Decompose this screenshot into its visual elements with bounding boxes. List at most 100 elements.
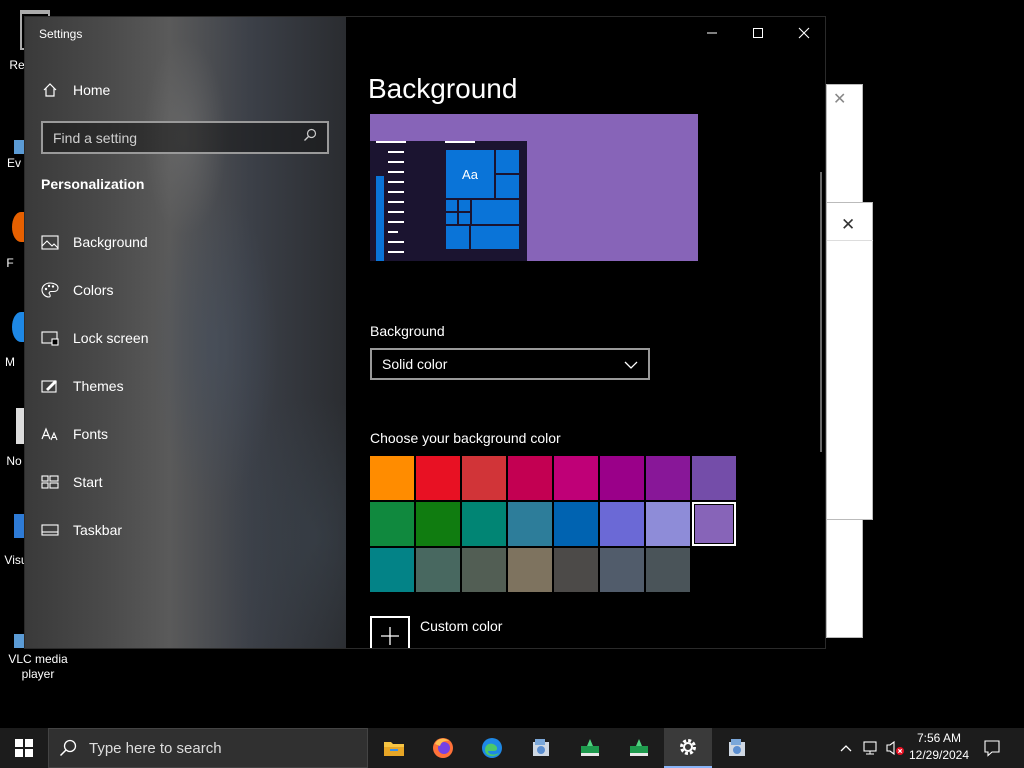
windows-logo-icon xyxy=(15,739,33,757)
app-taskbar-button-1[interactable] xyxy=(517,728,565,768)
app-taskbar-button-2[interactable] xyxy=(566,728,614,768)
taskbar-clock[interactable]: 7:56 AM 12/29/2024 xyxy=(904,730,974,764)
close-icon[interactable]: ✕ xyxy=(833,89,846,109)
nav-item-themes[interactable]: Themes xyxy=(41,368,331,404)
color-swatch[interactable] xyxy=(646,456,690,500)
close-button[interactable] xyxy=(781,17,825,49)
search-icon[interactable] xyxy=(303,128,317,147)
file-explorer-taskbar-button[interactable] xyxy=(370,728,418,768)
start-button[interactable] xyxy=(0,728,48,768)
installer-icon xyxy=(533,739,549,756)
custom-color-label[interactable]: Custom color xyxy=(420,618,502,634)
volume-button[interactable] xyxy=(884,728,906,768)
color-swatch[interactable] xyxy=(462,548,506,592)
color-swatch[interactable] xyxy=(508,502,552,546)
preview-app-list xyxy=(376,176,384,261)
start-icon xyxy=(41,473,59,491)
notifications-button[interactable] xyxy=(980,728,1004,768)
nav-item-fonts[interactable]: Fonts xyxy=(41,416,331,452)
window-title: Settings xyxy=(39,27,83,41)
home-icon xyxy=(41,81,59,99)
nav-item-label: Start xyxy=(73,474,103,490)
color-swatch[interactable] xyxy=(600,548,644,592)
section-title: Personalization xyxy=(41,176,145,192)
lock-screen-icon xyxy=(41,329,59,347)
color-swatch[interactable] xyxy=(692,456,736,500)
firefox-icon xyxy=(433,738,453,758)
nav-item-start[interactable]: Start xyxy=(41,464,331,500)
color-picker-label: Choose your background color xyxy=(370,430,561,446)
scrollbar[interactable] xyxy=(820,172,822,452)
color-swatch[interactable] xyxy=(554,548,598,592)
page-title: Background xyxy=(368,73,518,104)
settings-sidebar: Settings Home Personalization Background xyxy=(25,17,346,648)
chevron-up-icon xyxy=(840,745,852,752)
maximize-button[interactable] xyxy=(735,17,781,49)
taskbar-search-box[interactable]: Type here to search xyxy=(48,728,368,768)
desktop-icon-label: VLC media player xyxy=(8,652,68,681)
color-swatch[interactable] xyxy=(416,548,460,592)
chevron-down-icon xyxy=(624,356,638,372)
close-icon[interactable]: ✕ xyxy=(841,215,855,235)
color-swatch[interactable] xyxy=(508,456,552,500)
nav-item-label: Taskbar xyxy=(73,522,123,538)
background-type-dropdown[interactable]: Solid color xyxy=(370,348,650,380)
nav-item-background[interactable]: Background xyxy=(41,224,331,260)
background-type-label: Background xyxy=(370,323,445,339)
nav-item-label: Colors xyxy=(73,282,114,298)
color-swatch[interactable] xyxy=(462,456,506,500)
settings-content: Background Aa Background Solid color Cho… xyxy=(346,17,825,648)
color-swatch[interactable] xyxy=(646,548,690,592)
color-swatch[interactable] xyxy=(416,502,460,546)
installer-icon xyxy=(729,739,745,756)
search-input[interactable] xyxy=(53,129,303,146)
clock-date: 12/29/2024 xyxy=(908,748,970,762)
color-swatch[interactable] xyxy=(646,502,690,546)
edge-taskbar-button[interactable] xyxy=(468,728,516,768)
nav-item-label: Fonts xyxy=(73,426,109,442)
firefox-taskbar-button[interactable] xyxy=(419,728,467,768)
nav-item-label: Lock screen xyxy=(73,330,149,346)
nav-item-label: Background xyxy=(73,234,148,250)
network-icon xyxy=(863,741,877,755)
background-dialog: ✕ xyxy=(826,202,873,520)
minimize-button[interactable] xyxy=(689,17,735,49)
gear-icon xyxy=(680,739,696,755)
action-center-icon xyxy=(984,740,1000,757)
settings-taskbar-button[interactable] xyxy=(664,728,712,768)
color-swatch[interactable] xyxy=(554,502,598,546)
nav-item-lock-screen[interactable]: Lock screen xyxy=(41,320,331,356)
edge-icon xyxy=(482,738,502,758)
nav-item-colors[interactable]: Colors xyxy=(41,272,331,308)
color-swatch[interactable] xyxy=(600,502,644,546)
nav-item-label: Themes xyxy=(73,378,124,394)
volume-muted-icon xyxy=(886,740,904,756)
download-manager-icon xyxy=(581,739,599,756)
color-swatch[interactable] xyxy=(416,456,460,500)
download-manager-icon xyxy=(630,739,648,756)
custom-color-button[interactable] xyxy=(370,616,410,648)
search-icon xyxy=(59,739,77,757)
color-swatch[interactable] xyxy=(370,456,414,500)
nav-home[interactable]: Home xyxy=(41,72,331,108)
color-swatch[interactable] xyxy=(600,456,644,500)
color-swatch[interactable] xyxy=(508,548,552,592)
taskbar-search-placeholder: Type here to search xyxy=(89,739,222,757)
fonts-icon xyxy=(41,425,59,443)
preview-tile: Aa xyxy=(445,149,495,199)
app-taskbar-button-3[interactable] xyxy=(615,728,663,768)
network-button[interactable] xyxy=(860,728,882,768)
color-swatch[interactable] xyxy=(370,548,414,592)
color-swatch[interactable] xyxy=(554,456,598,500)
app-taskbar-button-4[interactable] xyxy=(713,728,761,768)
color-swatch[interactable] xyxy=(370,502,414,546)
show-hidden-icons-button[interactable] xyxy=(836,728,856,768)
color-swatch[interactable] xyxy=(692,502,736,546)
brush-icon xyxy=(41,377,59,395)
dropdown-value: Solid color xyxy=(382,356,448,372)
clock-time: 7:56 AM xyxy=(916,731,962,745)
nav-item-taskbar[interactable]: Taskbar xyxy=(41,512,331,548)
find-setting-search[interactable] xyxy=(41,121,329,154)
preview-start-menu: Aa xyxy=(370,141,527,261)
color-swatch[interactable] xyxy=(462,502,506,546)
